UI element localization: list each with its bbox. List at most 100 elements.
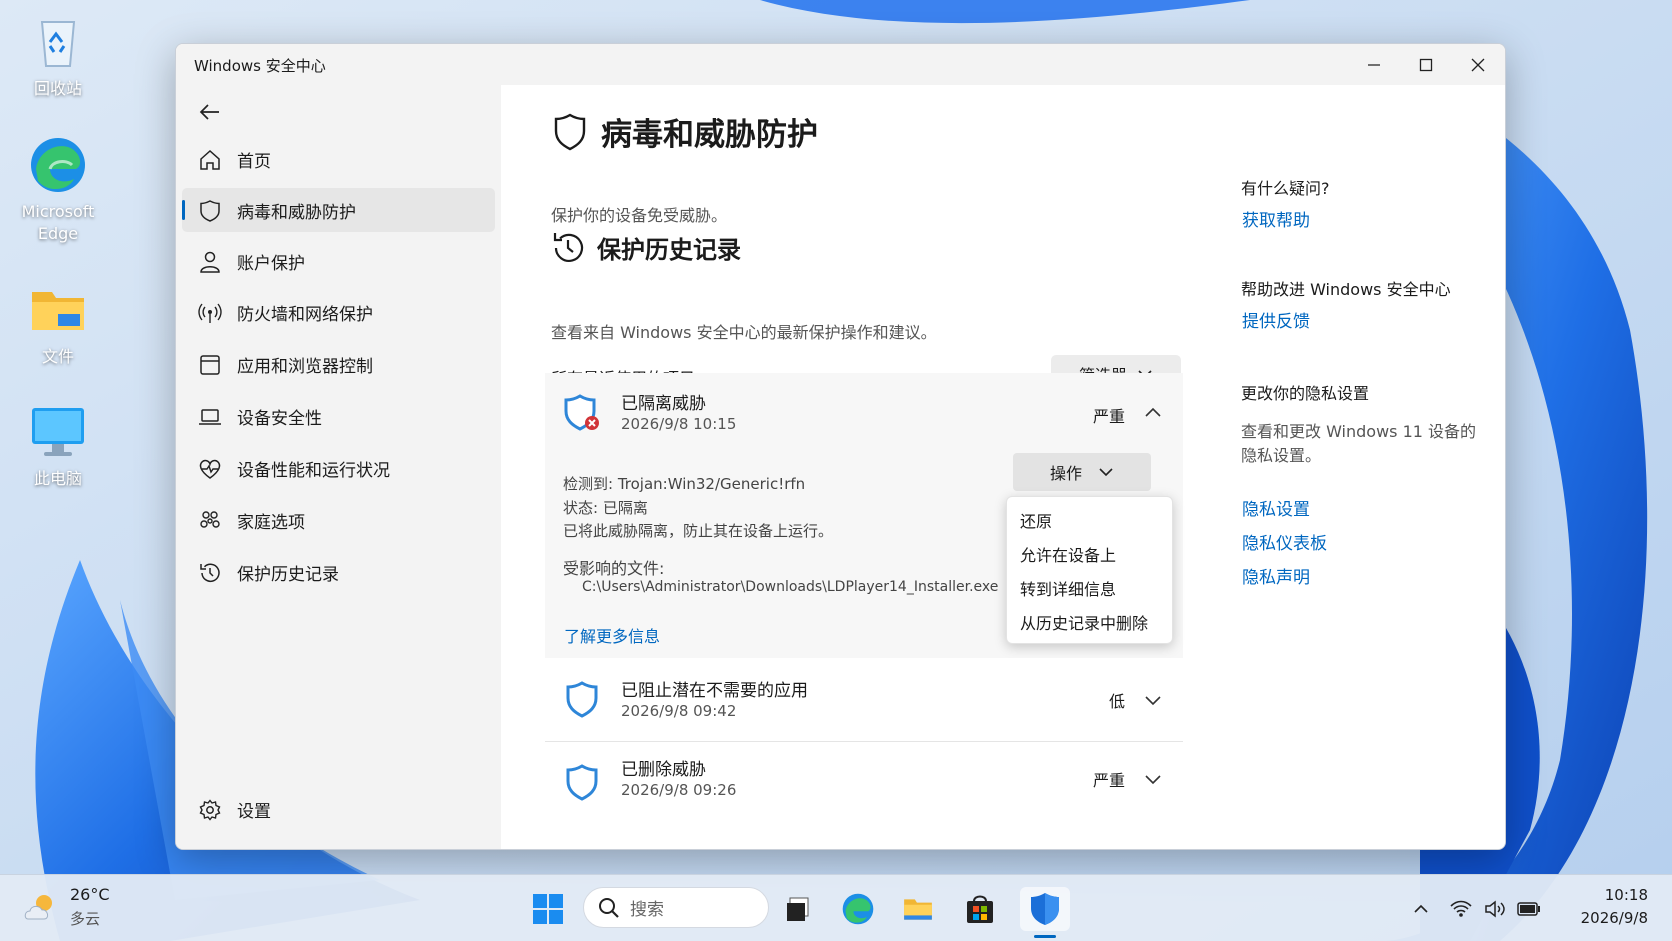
battery-button[interactable]	[1514, 887, 1544, 931]
security-center-window: Windows 安全中心 首页 病毒和威胁防护 账户保护 防火墙和网络保护 应用…	[175, 43, 1506, 850]
monitor-icon	[28, 402, 88, 462]
page-subtitle: 保护你的设备免受威胁。	[551, 206, 728, 225]
sidebar-item-device-health[interactable]: 设备性能和运行状况	[182, 446, 495, 490]
desktop-icon-this-pc[interactable]: 此电脑	[8, 402, 108, 490]
sidebar-item-label: 账户保护	[237, 253, 305, 274]
folder-icon	[28, 280, 88, 340]
close-button[interactable]	[1452, 44, 1504, 85]
menu-item-restore[interactable]: 还原	[1020, 508, 1052, 532]
maximize-icon	[1419, 58, 1433, 71]
task-view-icon	[787, 897, 809, 921]
back-button[interactable]	[192, 95, 228, 129]
sidebar-item-app-browser-control[interactable]: 应用和浏览器控制	[182, 342, 495, 386]
shield-threat-icon	[564, 394, 599, 431]
volume-icon	[1485, 900, 1505, 918]
clock-time: 10:18	[1604, 886, 1648, 904]
menu-item-allow-on-device[interactable]: 允许在设备上	[1020, 542, 1116, 566]
gear-icon	[199, 799, 221, 821]
desktop-icon-label: 文件	[41, 347, 74, 366]
person-icon	[200, 251, 220, 273]
section-title: 保护历史记录	[597, 236, 741, 264]
sidebar-item-label: 应用和浏览器控制	[237, 356, 373, 377]
menu-item-see-details[interactable]: 转到详细信息	[1020, 576, 1116, 600]
chevron-up-icon	[1414, 904, 1428, 913]
chevron-down-icon	[1099, 468, 1113, 477]
severity-badge: 严重	[1092, 771, 1125, 790]
desktop-icon-files[interactable]: 文件	[8, 280, 108, 368]
title-bar[interactable]: Windows 安全中心	[176, 44, 1505, 85]
help-question-title: 有什么疑问?	[1241, 179, 1330, 198]
menu-item-remove-from-history[interactable]: 从历史记录中删除	[1020, 610, 1148, 634]
sidebar-item-device-security[interactable]: 设备安全性	[182, 394, 495, 438]
privacy-title: 更改你的隐私设置	[1241, 384, 1370, 403]
taskbar-windows-security[interactable]	[1020, 887, 1070, 931]
search-icon	[599, 897, 619, 918]
learn-more-link[interactable]: 了解更多信息	[564, 623, 660, 647]
taskbar-file-explorer[interactable]	[896, 887, 940, 931]
minimize-button[interactable]	[1348, 44, 1400, 85]
sidebar-item-label: 病毒和威胁防护	[237, 202, 356, 223]
history-icon	[200, 563, 220, 583]
sidebar-item-home[interactable]: 首页	[182, 137, 495, 181]
desktop-icon-label: 回收站	[33, 79, 82, 98]
task-view-button[interactable]	[776, 887, 820, 931]
search-placeholder: 搜索	[630, 900, 664, 920]
weather-temperature: 26°C	[70, 885, 110, 904]
sidebar-item-label: 首页	[237, 151, 271, 172]
section-description: 查看来自 Windows 安全中心的最新保护操作和建议。	[551, 323, 937, 342]
affected-file-path: C:\Users\Administrator\Downloads\LDPlaye…	[582, 579, 999, 595]
sidebar-item-virus-protection[interactable]: 病毒和威胁防护	[182, 188, 495, 232]
weather-widget[interactable]: 26°C 多云	[22, 885, 132, 931]
shield-icon	[566, 681, 598, 718]
page-header: 病毒和威胁防护	[553, 109, 818, 154]
history-event[interactable]: 已删除威胁 2026/9/8 09:26 严重	[545, 743, 1183, 827]
severity-badge: 低	[1108, 692, 1125, 711]
get-help-link[interactable]: 获取帮助	[1242, 206, 1310, 231]
privacy-dashboard-link[interactable]: 隐私仪表板	[1242, 529, 1327, 554]
sidebar-item-firewall[interactable]: 防火墙和网络保护	[182, 290, 495, 334]
privacy-description: 查看和更改 Windows 11 设备的隐私设置。	[1241, 422, 1477, 465]
maximize-button[interactable]	[1400, 44, 1452, 85]
chevron-down-icon[interactable]	[1143, 769, 1163, 789]
event-title: 已隔离威胁	[621, 394, 706, 414]
sidebar-item-account-protection[interactable]: 账户保护	[182, 239, 495, 283]
shield-icon	[554, 113, 586, 150]
sidebar-item-label: 设置	[237, 801, 271, 822]
actions-menu: 还原 允许在设备上 转到详细信息 从历史记录中删除	[1006, 496, 1173, 644]
chevron-up-icon[interactable]	[1143, 403, 1163, 423]
sidebar-item-label: 家庭选项	[237, 512, 305, 533]
privacy-settings-link[interactable]: 隐私设置	[1242, 495, 1310, 520]
laptop-icon	[199, 409, 221, 425]
event-title: 已删除威胁	[621, 760, 706, 780]
actions-button[interactable]: 操作	[1013, 453, 1151, 491]
desktop-icon-label: Microsoft Edge	[21, 202, 95, 243]
privacy-statement-link[interactable]: 隐私声明	[1242, 563, 1310, 588]
feedback-link[interactable]: 提供反馈	[1242, 307, 1310, 332]
network-button[interactable]	[1446, 887, 1476, 931]
shield-icon	[566, 764, 598, 801]
start-button[interactable]	[526, 887, 570, 931]
close-icon	[1471, 58, 1485, 71]
sidebar-item-settings[interactable]: 设置	[182, 787, 495, 831]
affected-files-label: 受影响的文件:	[563, 559, 665, 578]
taskbar-edge[interactable]	[836, 887, 880, 931]
desktop-icon-edge[interactable]: Microsoft Edge	[8, 135, 108, 245]
show-hidden-icons-button[interactable]	[1406, 887, 1436, 931]
clock-date: 2026/9/8	[1580, 909, 1648, 927]
sidebar-item-protection-history[interactable]: 保护历史记录	[182, 550, 495, 594]
history-event[interactable]: 已阻止潜在不需要的应用 2026/9/8 09:42 低	[545, 658, 1183, 742]
windows-security-icon	[1031, 893, 1059, 925]
desktop-icon-label: 此电脑	[33, 469, 82, 488]
antenna-icon	[198, 303, 222, 323]
back-arrow-icon	[199, 104, 219, 120]
search-box[interactable]: 搜索	[583, 887, 769, 928]
weather-condition: 多云	[70, 910, 101, 928]
volume-button[interactable]	[1480, 887, 1510, 931]
desktop-icon-recycle-bin[interactable]: 回收站	[8, 12, 108, 100]
sidebar-item-family-options[interactable]: 家庭选项	[182, 498, 495, 542]
home-icon	[200, 149, 220, 170]
clock[interactable]: 10:18 2026/9/8	[1581, 884, 1648, 930]
chevron-down-icon[interactable]	[1143, 690, 1163, 710]
taskbar-store[interactable]	[958, 887, 1002, 931]
event-date: 2026/9/8 09:26	[621, 781, 737, 799]
